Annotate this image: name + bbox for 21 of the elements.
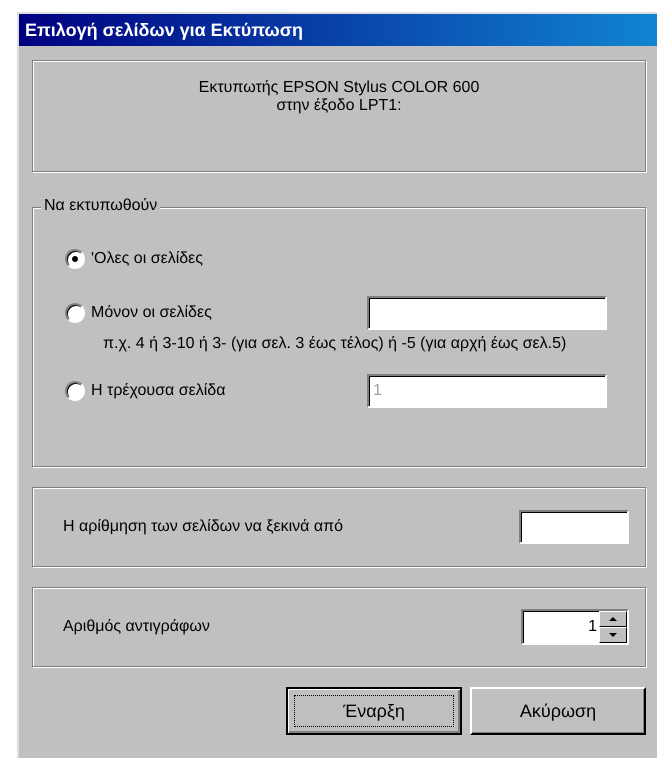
page-input-field[interactable]: [367, 296, 607, 330]
radio-label[interactable]: Μόνον οι σελίδες: [91, 304, 367, 322]
radio-label[interactable]: Η τρέχουσα σελίδα: [91, 382, 367, 400]
radio-button[interactable]: [65, 249, 85, 269]
window-title: Επιλογή σελίδων για Εκτύπωση: [19, 14, 657, 46]
dialog-button[interactable]: Ακύρωση: [470, 687, 646, 735]
spin-up-button[interactable]: [599, 611, 627, 627]
radio-button[interactable]: [65, 303, 85, 323]
down-arrow-icon: [609, 633, 617, 637]
printer-text: στην έξοδο LPT1:: [276, 97, 402, 115]
radio-label[interactable]: 'Ολες οι σελίδες: [91, 250, 367, 268]
printer-text: Εκτυπωτής EPSON Stylus COLOR 600: [198, 79, 480, 97]
hint-text: π.χ. 4 ή 3-10 ή 3- (για σελ. 3 έως τέλος) ή -5 (για αρχή έως σελ.5): [103, 334, 568, 354]
copies-spinner[interactable]: 1: [521, 609, 629, 645]
dialog-button[interactable]: Έναρξη: [286, 687, 462, 735]
up-arrow-icon: [609, 617, 617, 621]
copies-label: Αριθμός αντιγράφων: [63, 618, 210, 636]
start-number-field[interactable]: [519, 510, 629, 544]
radio-button[interactable]: [65, 381, 85, 401]
spin-down-button[interactable]: [599, 627, 627, 643]
start-number-label: Η αρίθμηση των σελίδων να ξεκινά από: [63, 518, 344, 536]
